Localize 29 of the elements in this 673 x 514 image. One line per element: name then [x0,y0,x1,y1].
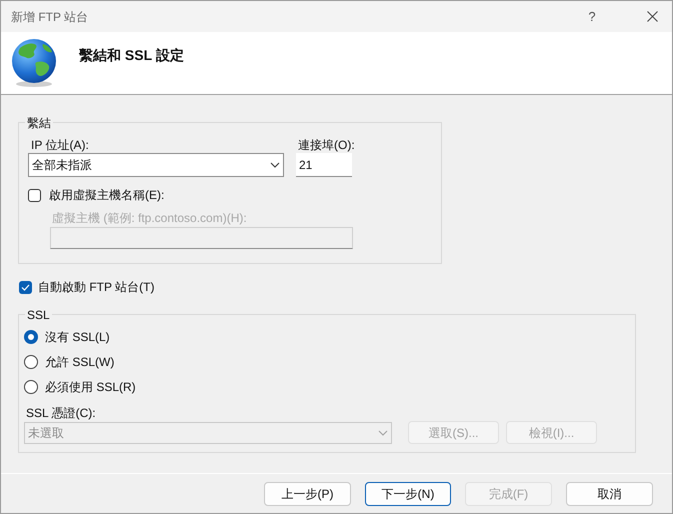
close-icon [646,11,658,22]
help-button[interactable]: ? [577,6,607,26]
checkbox[interactable] [28,188,41,202]
page-heading: 繫結和 SSL 設定 [79,46,184,64]
window-title: 新增 FTP 站台 [11,8,88,26]
ip-address-dropdown[interactable]: 全部未指派 [28,153,284,177]
radio-button[interactable] [24,354,38,368]
checkbox[interactable] [19,280,32,294]
checkbox-label: 自動啟動 FTP 站台(T) [38,279,154,296]
radio-button[interactable] [24,380,38,394]
port-field[interactable]: 21 [296,153,352,177]
field-label: 連接埠(O): [297,137,355,153]
group-label: 繫結 [25,114,53,132]
chevron-down-icon [378,430,388,436]
host-name-field[interactable] [50,227,353,249]
radio-label: 沒有 SSL(L) [45,328,110,346]
field-label: IP 位址(A): [30,137,90,153]
check-icon [21,284,30,290]
wizard-button[interactable]: 取消 [566,482,653,506]
wizard-button[interactable]: 下一步(N) [365,482,451,506]
radio-button[interactable] [24,330,38,344]
globe-icon [10,38,58,88]
radio-label: 必須使用 SSL(R) [45,378,136,396]
chevron-down-icon [270,162,280,168]
checkbox-label: 啟用虛擬主機名稱(E): [49,187,164,204]
radio-label: 允許 SSL(W) [45,354,114,370]
field-label: 虛擬主機 (範例: ftp.contoso.com)(H): [51,210,248,226]
wizard-button[interactable]: 上一步(P) [264,482,351,506]
field-label: SSL 憑證(C): [25,405,97,420]
